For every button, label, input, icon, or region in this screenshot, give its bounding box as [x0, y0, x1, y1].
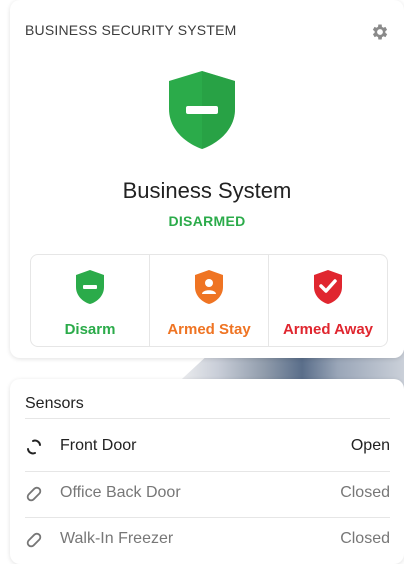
sensor-state: Closed	[340, 530, 390, 547]
shield-minus-icon	[76, 270, 104, 304]
disarm-label: Disarm	[64, 321, 116, 338]
sensor-row-walk-in-freezer[interactable]: Walk-In Freezer Closed	[10, 518, 404, 562]
sensor-name: Walk-In Freezer	[60, 530, 174, 547]
armed-stay-label: Armed Stay	[167, 321, 251, 338]
closed-link-icon	[26, 532, 42, 548]
system-name: Business System	[122, 178, 292, 203]
shield-check-icon	[314, 270, 342, 304]
open-link-icon	[27, 439, 41, 455]
shield-disarmed-icon	[169, 71, 235, 149]
shield-person-icon	[195, 270, 223, 304]
armed-away-button[interactable]: Armed Away	[269, 255, 387, 346]
system-status: DISARMED	[168, 213, 246, 229]
sensors-title: Sensors	[25, 395, 84, 412]
armed-stay-button[interactable]: Armed Stay	[150, 255, 269, 346]
closed-link-icon	[26, 486, 42, 502]
arming-mode-selector: Disarm Armed Stay Armed Away	[30, 254, 388, 347]
divider	[25, 418, 390, 419]
sensor-name: Office Back Door	[60, 484, 181, 501]
card-header-title: BUSINESS SECURITY SYSTEM	[25, 22, 237, 38]
disarm-button[interactable]: Disarm	[31, 255, 150, 346]
security-system-card: BUSINESS SECURITY SYSTEM Business System…	[10, 0, 404, 358]
sensor-state: Open	[350, 437, 390, 454]
gear-icon[interactable]	[370, 22, 390, 42]
sensor-state: Closed	[340, 484, 390, 501]
sensors-card: Sensors Front Door Open Office Back Door…	[10, 379, 404, 564]
armed-away-label: Armed Away	[282, 321, 374, 338]
sensor-row-office-back-door[interactable]: Office Back Door Closed	[10, 472, 404, 516]
sensor-row-front-door[interactable]: Front Door Open	[10, 425, 404, 469]
sensor-name: Front Door	[60, 437, 137, 454]
